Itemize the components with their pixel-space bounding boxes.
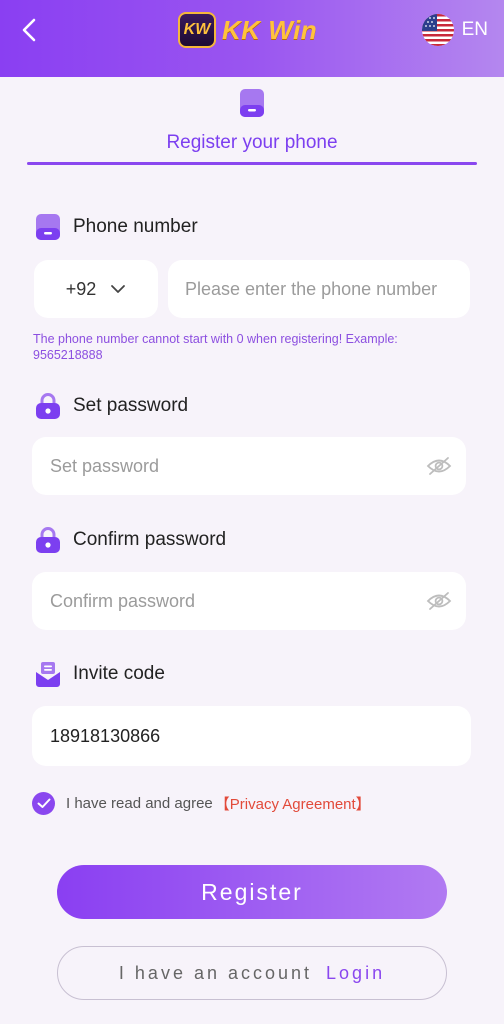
confirm-password-label: Confirm password: [73, 529, 227, 550]
back-arrow-icon[interactable]: [14, 14, 46, 46]
lock-icon: [34, 392, 62, 420]
logo-badge: KW: [178, 12, 216, 48]
invite-icon: [34, 660, 62, 688]
phone-number-label-row: Phone number: [34, 213, 198, 241]
phone-hint: The phone number cannot start with 0 whe…: [33, 332, 398, 362]
set-password-input[interactable]: [50, 455, 426, 477]
set-password-wrapper: [32, 437, 466, 495]
language-label: EN: [461, 19, 488, 40]
register-button[interactable]: Register: [57, 865, 447, 919]
login-link[interactable]: Login: [326, 963, 385, 984]
chevron-down-icon: [111, 285, 126, 293]
language-selector[interactable]: EN: [421, 14, 488, 46]
eye-off-icon[interactable]: [426, 456, 452, 476]
country-code-select[interactable]: +92: [34, 260, 158, 318]
agreement-text: I have read and agree: [66, 795, 213, 812]
top-bar: KW KK Win EN: [0, 0, 504, 77]
checkmark-icon: [37, 798, 50, 808]
agreement-row: I have read and agree 【Privacy Agreement…: [32, 792, 371, 815]
confirm-password-label-row: Confirm password: [34, 526, 226, 554]
invite-code-input[interactable]: [50, 725, 471, 747]
set-password-label: Set password: [73, 395, 189, 416]
invite-code-wrapper: [32, 706, 471, 766]
app-logo: KW KK Win: [178, 10, 317, 50]
agreement-checkbox[interactable]: [32, 792, 55, 815]
confirm-password-wrapper: [32, 572, 466, 630]
have-account-text: I have an account: [118, 962, 313, 983]
tab-label: Register your phone: [166, 132, 338, 153]
phone-input-wrapper: [168, 260, 470, 318]
phone-icon: [34, 213, 62, 241]
phone-number-label: Phone number: [73, 216, 198, 237]
eye-off-icon[interactable]: [426, 591, 452, 611]
country-code-value: +92: [65, 278, 97, 299]
set-password-label-row: Set password: [34, 392, 188, 420]
login-button[interactable]: I have an account Login: [57, 946, 447, 1000]
phone-icon: [239, 88, 265, 123]
us-flag-icon: [421, 14, 454, 46]
invite-code-label: Invite code: [73, 663, 165, 684]
lock-icon: [34, 526, 62, 554]
logo-text: KK Win: [222, 14, 318, 45]
privacy-agreement-link[interactable]: 【Privacy Agreement】: [215, 793, 371, 814]
tab-underline: [27, 162, 477, 165]
invite-code-label-row: Invite code: [34, 660, 165, 688]
phone-input[interactable]: [185, 278, 470, 300]
tab-register-phone[interactable]: Register your phone: [27, 86, 477, 166]
confirm-password-input[interactable]: [50, 590, 426, 612]
